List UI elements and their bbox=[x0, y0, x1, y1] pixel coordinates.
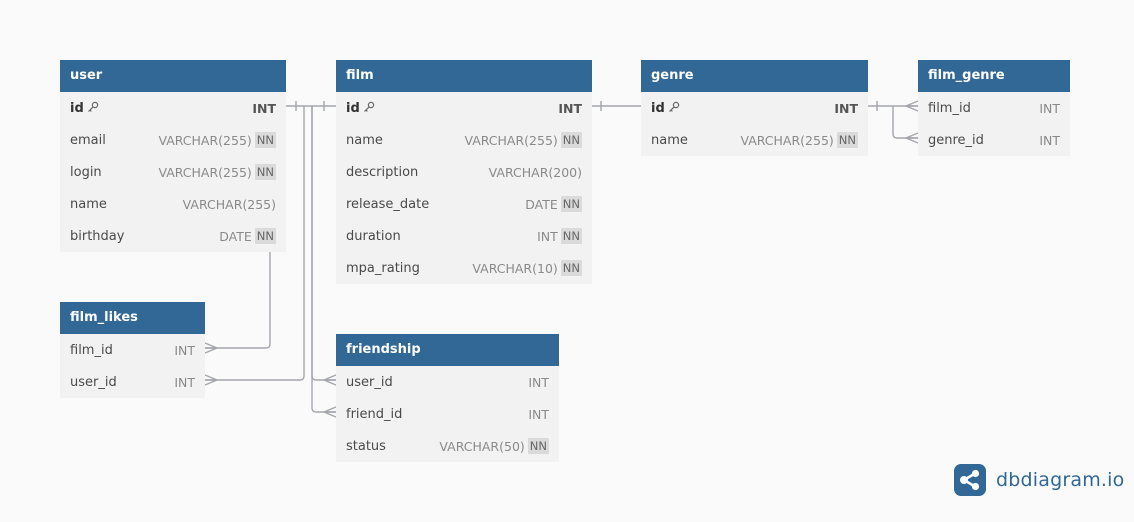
not-null-badge: NN bbox=[254, 228, 276, 244]
table-header[interactable]: film_genre bbox=[918, 60, 1070, 92]
table-header[interactable]: genre bbox=[641, 60, 868, 92]
field-name: id bbox=[651, 101, 834, 116]
many-marker bbox=[323, 406, 337, 418]
field-name: description bbox=[346, 164, 419, 180]
field-row-id[interactable]: id INT bbox=[641, 92, 868, 124]
key-icon bbox=[87, 101, 98, 112]
field-type: INT bbox=[834, 100, 858, 116]
field-row-id[interactable]: id INT bbox=[336, 92, 592, 124]
table-header[interactable]: friendship bbox=[336, 334, 559, 366]
many-marker bbox=[905, 132, 919, 144]
field-row-friend-id[interactable]: friend_id INT bbox=[336, 398, 559, 430]
not-null-badge: NN bbox=[560, 196, 582, 212]
field-row-name[interactable]: name VARCHAR(255) NN bbox=[336, 124, 592, 156]
field-row-email[interactable]: email VARCHAR(255) NN bbox=[60, 124, 286, 156]
field-type: INT bbox=[252, 100, 276, 116]
not-null-badge: NN bbox=[527, 438, 549, 454]
edge-film-likes-film bbox=[205, 250, 271, 349]
field-row-birthday[interactable]: birthday DATE NN bbox=[60, 220, 286, 252]
field-type: INT bbox=[558, 100, 582, 116]
field-row-description[interactable]: description VARCHAR(200) bbox=[336, 156, 592, 188]
field-row-mpa-rating[interactable]: mpa_rating VARCHAR(10) NN bbox=[336, 252, 592, 284]
field-name: user_id bbox=[70, 374, 117, 390]
table-film[interactable]: film id INT name VARCHAR(255) NN description VA… bbox=[336, 60, 592, 284]
field-name: birthday bbox=[70, 228, 125, 244]
not-null-badge: NN bbox=[560, 228, 582, 244]
field-name: friend_id bbox=[346, 406, 403, 422]
field-name: email bbox=[70, 132, 106, 148]
field-row-name[interactable]: name VARCHAR(255) bbox=[60, 188, 286, 220]
field-type: DATE bbox=[219, 228, 252, 244]
field-row-release-date[interactable]: release_date DATE NN bbox=[336, 188, 592, 220]
not-null-badge: NN bbox=[836, 132, 858, 148]
field-name: user_id bbox=[346, 374, 393, 390]
diagram-canvas[interactable]: user id INT email VARCHAR(255) NN login VARCHAR… bbox=[0, 0, 1134, 522]
not-null-badge: NN bbox=[254, 164, 276, 180]
field-row-film-id[interactable]: film_id INT bbox=[918, 92, 1070, 124]
many-marker bbox=[204, 374, 218, 386]
many-marker bbox=[905, 100, 919, 112]
field-type: VARCHAR(200) bbox=[488, 164, 582, 180]
brand-name: dbdiagram.io bbox=[996, 469, 1125, 491]
dbdiagram-logo[interactable]: dbdiagram.io bbox=[954, 464, 1124, 496]
field-name: status bbox=[346, 438, 386, 454]
field-name: name bbox=[346, 132, 383, 148]
table-header[interactable]: film_likes bbox=[60, 302, 205, 334]
key-icon bbox=[668, 101, 679, 112]
field-type: VARCHAR(255) bbox=[740, 132, 834, 148]
field-row-id[interactable]: id INT bbox=[60, 92, 286, 124]
many-marker bbox=[204, 342, 218, 354]
many-marker bbox=[323, 374, 337, 386]
table-header[interactable]: film bbox=[336, 60, 592, 92]
field-type: INT bbox=[174, 374, 195, 390]
field-type: INT bbox=[1039, 100, 1060, 116]
field-row-status[interactable]: status VARCHAR(50) NN bbox=[336, 430, 559, 462]
field-type: INT bbox=[528, 406, 549, 422]
not-null-badge: NN bbox=[560, 260, 582, 276]
field-name: genre_id bbox=[928, 132, 984, 148]
field-row-user-id[interactable]: user_id INT bbox=[336, 366, 559, 398]
key-icon bbox=[363, 101, 374, 112]
table-film-genre[interactable]: film_genre film_id INT genre_id INT bbox=[918, 60, 1070, 156]
edge-film-genre-genre-id bbox=[892, 106, 918, 139]
field-type: INT bbox=[528, 374, 549, 390]
field-type: DATE bbox=[525, 196, 558, 212]
field-type: VARCHAR(255) bbox=[182, 196, 276, 212]
table-header[interactable]: user bbox=[60, 60, 286, 92]
table-genre[interactable]: genre id INT name VARCHAR(255) NN bbox=[641, 60, 868, 156]
field-name: mpa_rating bbox=[346, 260, 420, 276]
field-type: VARCHAR(50) bbox=[439, 438, 525, 454]
not-null-badge: NN bbox=[254, 132, 276, 148]
edge-user-friendship-friend bbox=[311, 106, 336, 413]
field-row-film-id[interactable]: film_id INT bbox=[60, 334, 205, 366]
field-row-login[interactable]: login VARCHAR(255) NN bbox=[60, 156, 286, 188]
edge-user-friendship-user bbox=[311, 106, 336, 381]
not-null-badge: NN bbox=[560, 132, 582, 148]
field-row-genre-id[interactable]: genre_id INT bbox=[918, 124, 1070, 156]
share-nodes-icon bbox=[954, 464, 986, 496]
field-type: INT bbox=[174, 342, 195, 358]
field-type: VARCHAR(255) bbox=[158, 164, 252, 180]
field-name: id bbox=[70, 101, 252, 116]
field-row-user-id[interactable]: user_id INT bbox=[60, 366, 205, 398]
field-type: INT bbox=[537, 228, 558, 244]
field-type: VARCHAR(10) bbox=[472, 260, 558, 276]
field-type: INT bbox=[1039, 132, 1060, 148]
field-row-name[interactable]: name VARCHAR(255) NN bbox=[641, 124, 868, 156]
field-row-duration[interactable]: duration INT NN bbox=[336, 220, 592, 252]
field-name: duration bbox=[346, 228, 401, 244]
table-user[interactable]: user id INT email VARCHAR(255) NN login VARCHAR… bbox=[60, 60, 286, 252]
field-type: VARCHAR(255) bbox=[158, 132, 252, 148]
field-type: VARCHAR(255) bbox=[464, 132, 558, 148]
field-name: film_id bbox=[70, 342, 113, 358]
table-film-likes[interactable]: film_likes film_id INT user_id INT bbox=[60, 302, 205, 398]
field-name: film_id bbox=[928, 100, 971, 116]
field-name: id bbox=[346, 101, 558, 116]
field-name: name bbox=[70, 196, 107, 212]
field-name: release_date bbox=[346, 196, 430, 212]
field-name: name bbox=[651, 132, 688, 148]
table-friendship[interactable]: friendship user_id INT friend_id INT status VA… bbox=[336, 334, 559, 462]
field-name: login bbox=[70, 164, 102, 180]
